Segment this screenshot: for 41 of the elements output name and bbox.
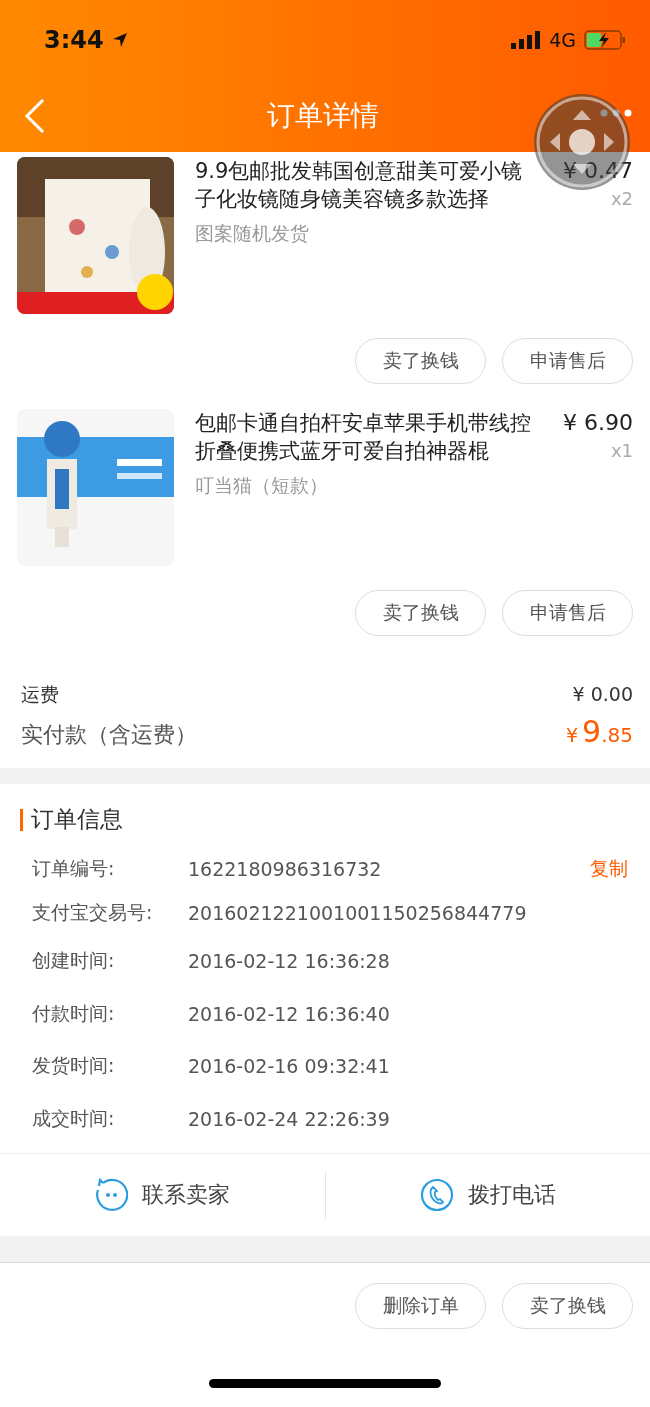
section-title: 订单信息	[31, 805, 123, 834]
info-value: 2016021221001001150256844779	[188, 902, 528, 924]
action-button[interactable]: 卖了换钱	[355, 590, 486, 636]
assistive-touch-button[interactable]	[532, 92, 632, 192]
action-button[interactable]: 删除订单	[355, 1283, 486, 1329]
product-variant: 叮当猫（短款）	[195, 473, 329, 498]
action-button[interactable]: 卖了换钱	[355, 338, 486, 384]
chat-face-icon	[94, 1178, 129, 1212]
info-value: 2016-02-12 16:36:40	[188, 1002, 391, 1025]
network-type: 4G	[549, 29, 576, 51]
status-time: 3:44	[44, 26, 104, 54]
action-button[interactable]: 申请售后	[502, 338, 633, 384]
product-title[interactable]: 9.9包邮批发韩国创意甜美可爱小镜子化妆镜随身镜美容镜多款选择	[195, 157, 533, 213]
location-arrow-icon	[111, 32, 128, 48]
info-value: 2016-02-16 09:32:41	[188, 1055, 391, 1078]
info-label: 发货时间:	[32, 1053, 116, 1079]
product-title[interactable]: 包邮卡通自拍杆安卓苹果手机带线控折叠便携式蓝牙可爱自拍神器棍	[195, 409, 533, 465]
info-value: 2016-02-12 16:36:28	[188, 950, 391, 973]
more-icon[interactable]	[600, 109, 632, 117]
shipping-fee: ¥ 0.00	[572, 683, 633, 705]
total-label: 实付款（含运费）	[21, 721, 197, 749]
phone-icon	[419, 1178, 454, 1212]
shipping-label: 运费	[21, 682, 59, 707]
action-button[interactable]: 申请售后	[502, 590, 633, 636]
signal-icon	[511, 31, 542, 49]
info-label: 订单编号:	[32, 856, 116, 881]
info-label: 成交时间:	[32, 1105, 116, 1131]
page-title: 订单详情	[266, 98, 380, 134]
info-value: 2016-02-24 22:26:39	[188, 1107, 391, 1130]
product-price: ¥ 6.90	[563, 409, 633, 437]
info-value: 1622180986316732	[188, 858, 383, 880]
product-quantity: x2	[610, 187, 633, 211]
info-label: 付款时间:	[32, 1000, 116, 1026]
total-amount: ¥9.85	[566, 714, 633, 749]
product-quantity: x1	[610, 439, 633, 463]
contact-button[interactable]: 拨打电话	[325, 1154, 650, 1236]
contact-button[interactable]: 联系卖家	[0, 1154, 325, 1236]
action-button[interactable]: 卖了换钱	[502, 1283, 633, 1329]
info-label: 创建时间:	[32, 948, 116, 974]
info-label: 支付宝交易号:	[32, 900, 154, 925]
product-variant: 图案随机发货	[195, 221, 310, 246]
